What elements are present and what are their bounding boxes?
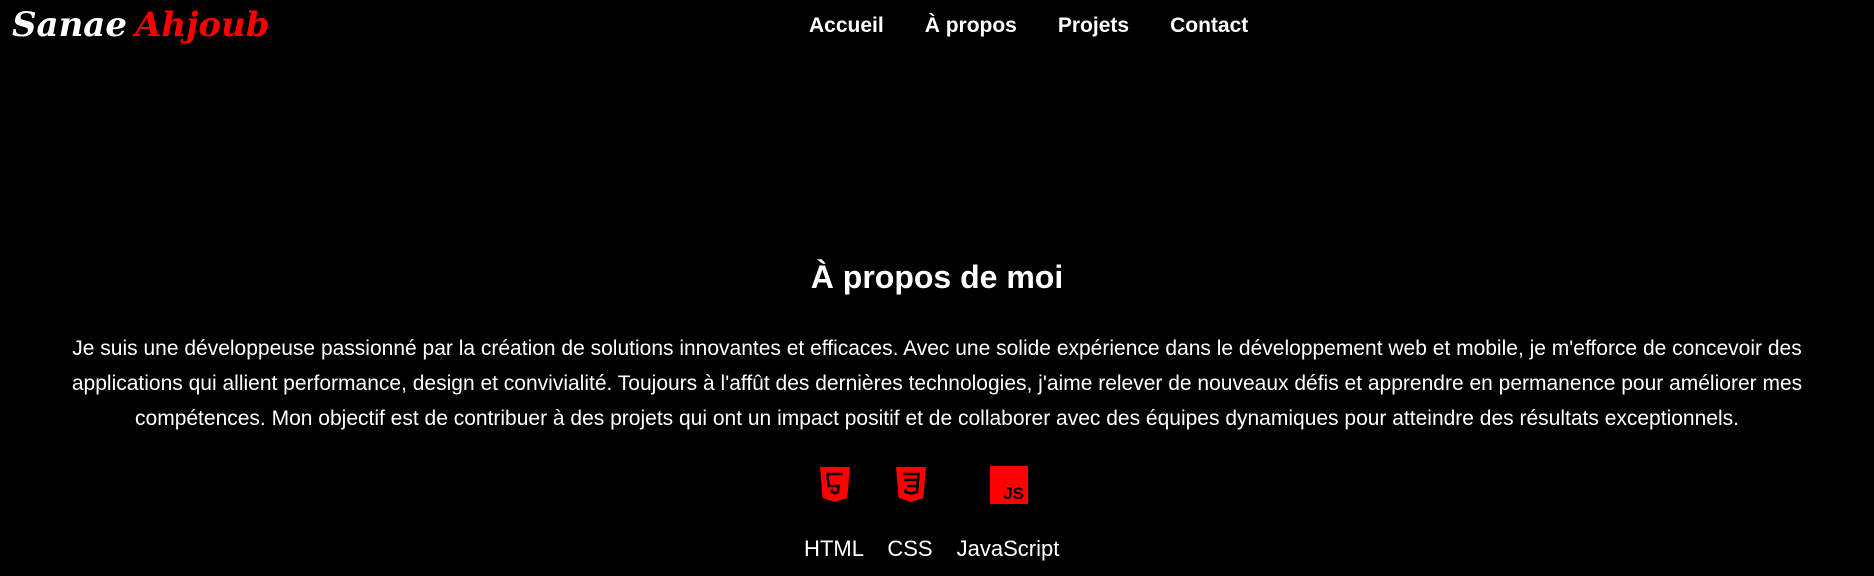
about-description: Je suis une développeuse passionné par l…: [71, 337, 1803, 430]
svg-text:JS: JS: [1003, 484, 1024, 503]
nav-link-accueil[interactable]: Accueil: [809, 11, 884, 41]
about-title: À propos de moi: [810, 259, 1064, 295]
logo-last-name: Ahjoub: [134, 5, 270, 45]
skill-label-css: CSS: [887, 536, 933, 561]
css3-icon: [896, 467, 926, 502]
html5-icon: [820, 467, 850, 502]
skill-label-html: HTML: [804, 536, 864, 561]
nav-link-a-propos[interactable]: À propos: [925, 11, 1017, 41]
logo-first-name: Sanae: [12, 5, 127, 45]
main-nav: Accueil À propos Projets Contact: [809, 11, 1248, 41]
site-header: Sanae Ahjoub Accueil À propos Projets Con…: [0, 0, 1874, 52]
skill-label-javascript: JavaScript: [956, 536, 1060, 561]
site-logo[interactable]: Sanae Ahjoub: [12, 4, 270, 46]
nav-link-projets[interactable]: Projets: [1058, 11, 1129, 41]
nav-link-contact[interactable]: Contact: [1170, 11, 1248, 41]
javascript-icon: JS: [990, 466, 1028, 504]
